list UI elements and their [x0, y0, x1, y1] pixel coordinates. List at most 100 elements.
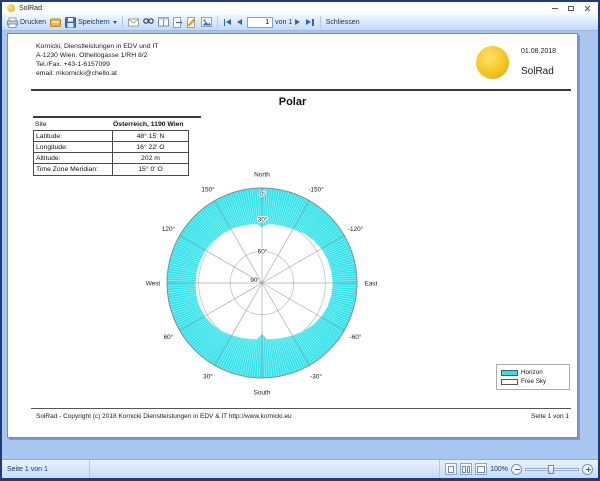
prev-page-icon: [237, 19, 242, 25]
save-label: Speichern: [78, 19, 110, 26]
site-label: Site: [33, 121, 113, 128]
page-count-label: von 1: [275, 19, 292, 26]
print-label: Drucken: [20, 19, 46, 26]
search-icon: [143, 17, 154, 27]
svg-text:60°: 60°: [258, 247, 268, 255]
svg-text:North: North: [254, 172, 270, 179]
free-sky-swatch: [501, 379, 518, 385]
close-icon: [584, 5, 591, 12]
page-title: Polar: [8, 96, 577, 108]
minimize-button[interactable]: [547, 3, 563, 13]
app-window: SolRad Drucken Speichern: [0, 0, 600, 481]
maximize-button[interactable]: [563, 3, 579, 13]
legend-item-free-sky: Free Sky: [501, 377, 565, 386]
toolbar: Drucken Speichern: [2, 14, 598, 31]
search-button[interactable]: [141, 16, 156, 28]
table-row: Longitude: 16° 22' O: [34, 142, 188, 153]
page-setup-button[interactable]: [156, 16, 171, 28]
page-number-text: Seite 1 von 1: [531, 413, 569, 420]
prev-page-button[interactable]: [234, 18, 245, 26]
image-icon: [201, 17, 212, 27]
first-page-icon: [224, 19, 226, 26]
next-page-button[interactable]: [292, 18, 303, 26]
toolbar-separator: [122, 16, 123, 28]
preview-area: Kornicki, Dienstleistungen in EDV und IT…: [2, 31, 598, 459]
zoom-in-button[interactable]: [582, 464, 593, 475]
window-title: SolRad: [19, 5, 547, 12]
table-row: Latitude: 48° 15' N: [34, 131, 188, 142]
save-button[interactable]: Speichern: [63, 16, 119, 29]
svg-text:0°: 0°: [259, 190, 266, 198]
title-bar: SolRad: [2, 2, 598, 14]
close-button[interactable]: [579, 3, 595, 13]
edit-button[interactable]: [185, 16, 199, 29]
status-bar: Seite 1 von 1 100%: [2, 459, 598, 478]
close-preview-button[interactable]: Schliessen: [324, 18, 362, 27]
svg-text:West: West: [146, 281, 161, 288]
maximize-icon: [568, 6, 574, 11]
email-icon: [128, 18, 139, 27]
svg-text:120°: 120°: [162, 225, 176, 233]
site-value: Österreich, 1190 Wien: [113, 121, 184, 128]
site-table: Site Österreich, 1190 Wien Latitude: 48°…: [33, 116, 201, 176]
print-preview-page: Kornicki, Dienstleistungen in EDV und IT…: [7, 33, 578, 438]
site-table-header: Site Österreich, 1190 Wien: [33, 118, 201, 130]
status-page-label: Seite 1 von 1: [2, 460, 90, 478]
print-button[interactable]: Drucken: [5, 16, 48, 29]
zoom-percent-label: 100%: [490, 466, 508, 473]
last-page-button[interactable]: [303, 18, 317, 27]
one-page-view-button[interactable]: [445, 463, 457, 475]
svg-text:-60°: -60°: [350, 333, 362, 341]
toolbar-separator: [217, 16, 218, 28]
first-page-button[interactable]: [221, 18, 235, 27]
close-preview-label: Schliessen: [326, 19, 360, 26]
zoom-slider-thumb[interactable]: [548, 465, 554, 474]
page-setup-icon: [158, 17, 169, 27]
svg-text:30°: 30°: [203, 373, 213, 381]
page-width-icon: [477, 466, 485, 473]
export-icon: [173, 17, 183, 28]
toolbar-separator: [320, 16, 321, 28]
solrad-logo-text: SolRad: [521, 66, 554, 77]
print-setup-icon: [50, 17, 61, 28]
save-icon: [65, 17, 76, 28]
site-table-box: Latitude: 48° 15' N Longitude: 16° 22' O…: [33, 130, 189, 176]
horizon-swatch: [501, 370, 518, 376]
company-address: A-1230 Wien, Othellogasse 1/RH 8/2: [36, 51, 158, 60]
save-dropdown-icon: [113, 21, 117, 24]
company-email: email: mkornicki@chello.at: [36, 69, 158, 78]
svg-text:-150°: -150°: [308, 185, 324, 193]
solrad-sun-logo: [476, 46, 509, 79]
svg-text:South: South: [254, 390, 271, 397]
image-button[interactable]: [199, 16, 214, 28]
footer-rule: [31, 408, 571, 409]
zoom-out-button[interactable]: [511, 464, 522, 475]
company-name: Kornicki, Dienstleistungen in EDV und IT: [36, 42, 158, 51]
svg-text:-30°: -30°: [310, 373, 322, 381]
chart-legend: Horizon Free Sky: [496, 364, 570, 390]
export-button[interactable]: [171, 16, 185, 29]
company-phone: Tel./Fax. +43-1-6157099: [36, 60, 158, 69]
page-width-view-button[interactable]: [475, 463, 487, 475]
minus-icon: [515, 469, 520, 470]
svg-text:East: East: [365, 281, 378, 288]
company-header: Kornicki, Dienstleistungen in EDV und IT…: [36, 42, 158, 78]
last-page-icon: [312, 19, 314, 26]
svg-text:-120°: -120°: [348, 225, 364, 233]
print-setup-button[interactable]: [48, 16, 63, 29]
app-sun-icon: [7, 4, 15, 12]
email-button[interactable]: [126, 17, 141, 28]
svg-text:30°: 30°: [258, 216, 268, 224]
zoom-slider[interactable]: [525, 464, 579, 475]
page-number-input[interactable]: [247, 17, 273, 28]
edit-icon: [187, 17, 197, 28]
zoom-controls: 100%: [439, 460, 598, 478]
two-page-icon: [462, 466, 466, 473]
next-page-icon: [295, 19, 300, 25]
printer-icon: [7, 17, 18, 28]
plus-icon: [588, 467, 589, 472]
table-row: Altitude: 202 m: [34, 153, 188, 164]
two-page-view-button[interactable]: [460, 463, 472, 475]
svg-text:90°: 90°: [250, 276, 260, 284]
report-date: 01.08.2018: [521, 48, 556, 55]
